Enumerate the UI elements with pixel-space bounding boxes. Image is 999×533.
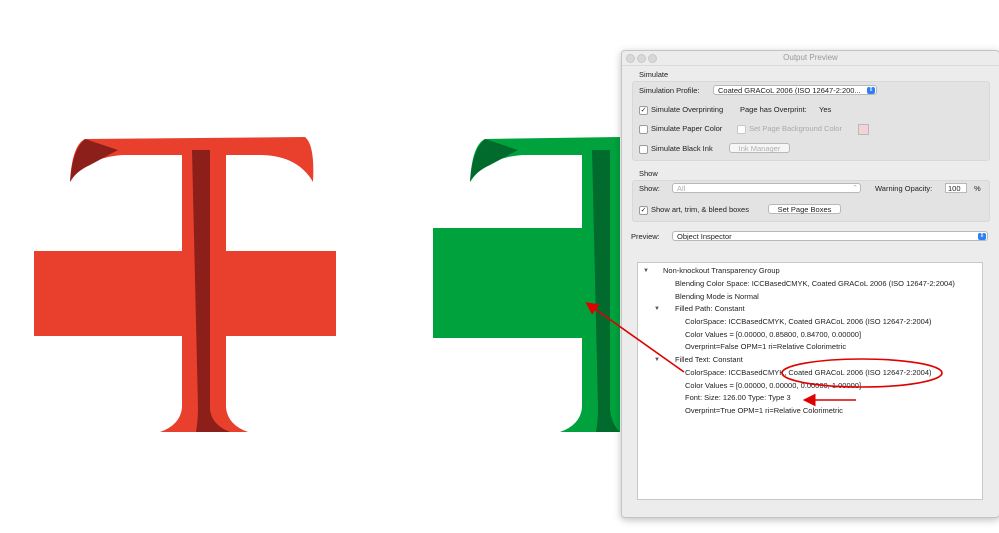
preview-select[interactable]: Object Inspector ⇕ bbox=[672, 231, 988, 241]
show-select[interactable]: All ⌃ bbox=[672, 183, 861, 193]
inspector-row: Color Values = [0.00000, 0.00000, 0.0000… bbox=[685, 381, 862, 390]
inspector-row: Non-knockout Transparency Group bbox=[663, 266, 780, 275]
page-overprint-value: Yes bbox=[819, 105, 832, 114]
simulate-paper-color-label: Simulate Paper Color bbox=[651, 124, 723, 133]
warning-opacity-label: Warning Opacity: bbox=[875, 184, 933, 193]
inspector-row: Font: Size: 126.00 Type: Type 3 bbox=[685, 393, 791, 402]
simulate-paper-color-checkbox[interactable] bbox=[639, 125, 648, 134]
show-art-boxes-checkbox[interactable]: ✓ bbox=[639, 206, 648, 215]
close-window-icon[interactable] bbox=[626, 54, 635, 63]
inspector-row: ColorSpace: ICCBasedCMYK, Coated GRACoL … bbox=[685, 368, 932, 377]
simulation-profile-label: Simulation Profile: bbox=[639, 86, 700, 95]
inspector-row: ColorSpace: ICCBasedCMYK, Coated GRACoL … bbox=[685, 317, 932, 326]
show-select-value: All bbox=[677, 184, 686, 193]
simulation-profile-value: Coated GRACoL 2006 (ISO 12647-2:200... bbox=[718, 86, 861, 95]
minimize-window-icon[interactable] bbox=[637, 54, 646, 63]
simulate-overprinting-label: Simulate Overprinting bbox=[651, 105, 724, 114]
inspector-row: Blending Mode is Normal bbox=[675, 292, 759, 301]
warning-opacity-field[interactable]: 100 bbox=[945, 183, 967, 193]
disclosure-triangle-icon[interactable]: ▼ bbox=[643, 266, 649, 276]
page-overprint-label: Page has Overprint: bbox=[740, 105, 807, 114]
ink-manager-button[interactable]: Ink Manager bbox=[729, 143, 790, 153]
simulate-overprinting-checkbox[interactable]: ✓ bbox=[639, 106, 648, 115]
set-page-boxes-button[interactable]: Set Page Boxes bbox=[768, 204, 841, 214]
inspector-row: Filled Text: Constant bbox=[675, 355, 743, 364]
disclosure-triangle-icon[interactable]: ▼ bbox=[654, 355, 660, 365]
inspector-row: Overprint=True OPM=1 ri=Relative Colorim… bbox=[685, 406, 843, 415]
disclosure-triangle-icon[interactable]: ▼ bbox=[654, 304, 660, 314]
green-letter-group bbox=[433, 137, 620, 432]
artwork-canvas bbox=[34, 137, 620, 432]
stepper-arrows-icon: ⇕ bbox=[978, 233, 986, 240]
page-background-color-checkbox[interactable] bbox=[737, 125, 746, 134]
simulate-header: Simulate bbox=[639, 70, 669, 79]
warning-opacity-unit: % bbox=[974, 184, 981, 193]
chevron-updown-icon: ⌃ bbox=[852, 185, 858, 192]
red-letter-group bbox=[34, 137, 336, 432]
inspector-row: Blending Color Space: ICCBasedCMYK, Coat… bbox=[675, 279, 955, 288]
inspector-row: Overprint=False OPM=1 ri=Relative Colori… bbox=[685, 342, 847, 351]
show-art-boxes-label: Show art, trim, & bleed boxes bbox=[651, 205, 749, 214]
page-background-color-label: Set Page Background Color bbox=[749, 124, 842, 133]
show-header: Show bbox=[639, 169, 658, 178]
simulate-black-ink-label: Simulate Black Ink bbox=[651, 144, 713, 153]
preview-label: Preview: bbox=[631, 232, 660, 241]
inspector-row: Color Values = [0.00000, 0.85800, 0.8470… bbox=[685, 330, 862, 339]
window-titlebar[interactable]: Output Preview bbox=[622, 51, 999, 66]
zoom-window-icon[interactable] bbox=[648, 54, 657, 63]
page-background-swatch[interactable] bbox=[858, 124, 869, 135]
inspector-row: Filled Path: Constant bbox=[675, 304, 745, 313]
window-title: Output Preview bbox=[783, 53, 838, 62]
show-label: Show: bbox=[639, 184, 660, 193]
stepper-arrows-icon: ⇕ bbox=[867, 87, 875, 94]
simulation-profile-select[interactable]: Coated GRACoL 2006 (ISO 12647-2:200... ⇕ bbox=[713, 85, 877, 95]
simulate-black-ink-checkbox[interactable] bbox=[639, 145, 648, 154]
preview-select-value: Object Inspector bbox=[677, 232, 732, 241]
